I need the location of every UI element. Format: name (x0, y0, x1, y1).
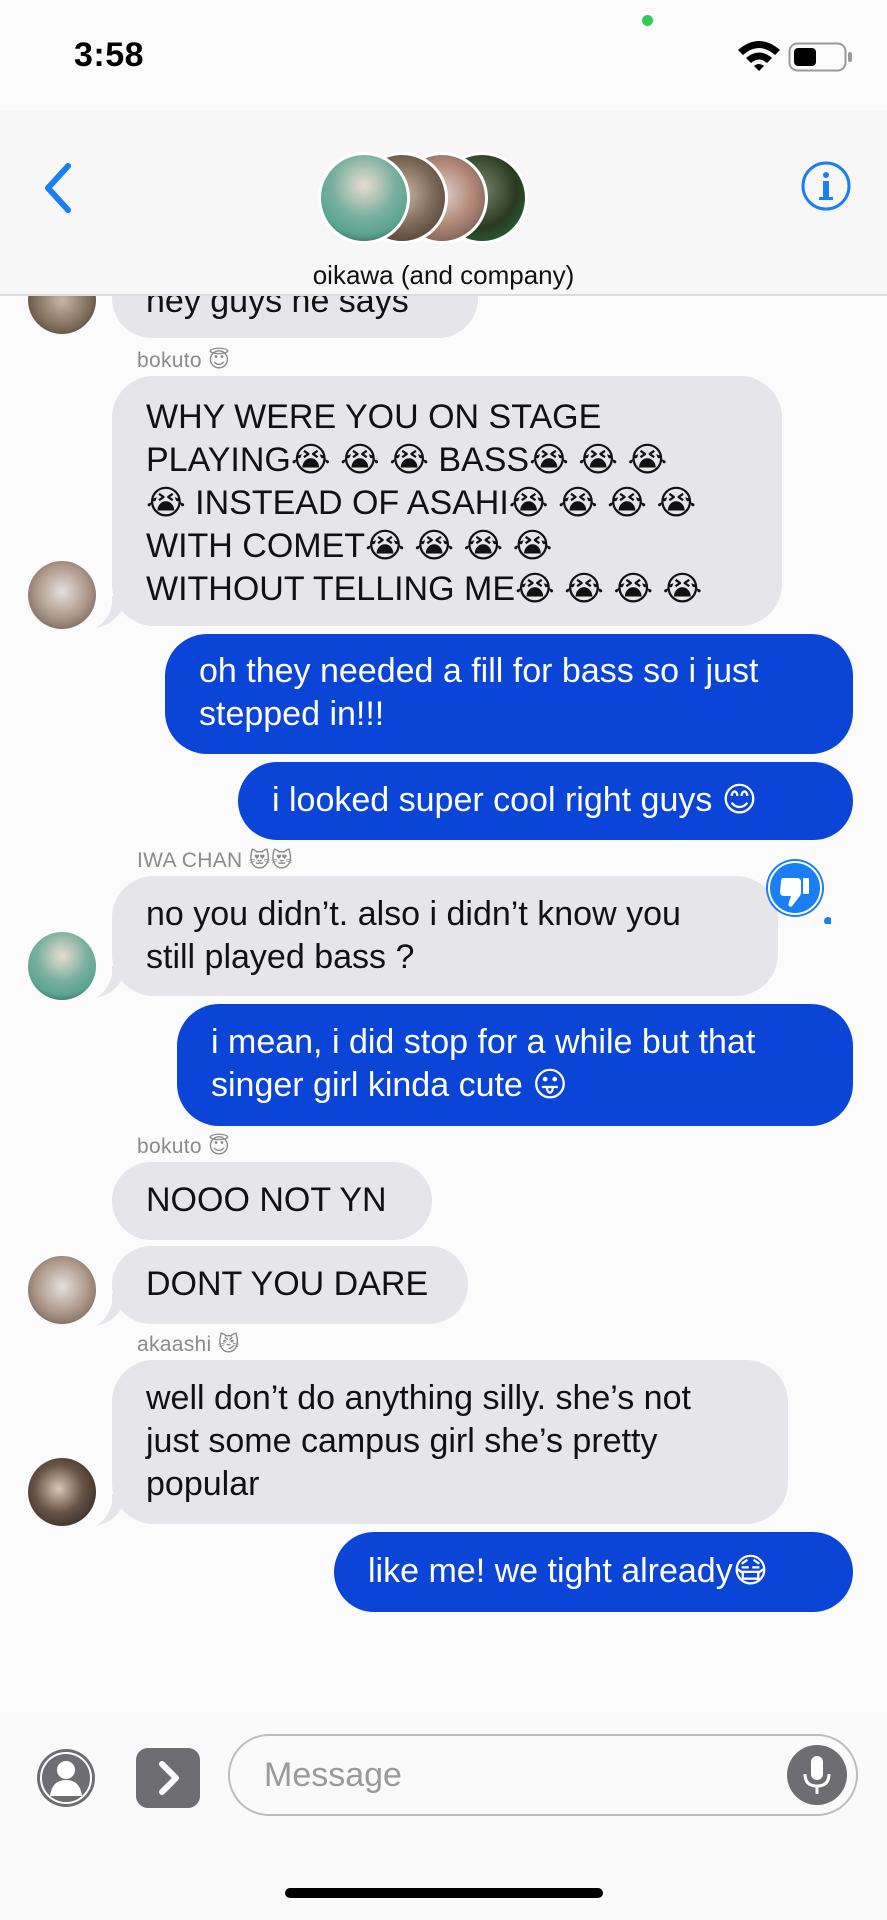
message-line: popular (146, 1465, 260, 1503)
message-line: well don’t do anything silly. she’s not (146, 1379, 691, 1417)
message-line: WHY WERE YOU ON STAGE (146, 398, 602, 436)
wifi-icon (738, 41, 780, 71)
message-placeholder: Message (264, 1756, 402, 1794)
sender-name: bokuto 😇 (137, 1134, 231, 1158)
home-indicator (285, 1888, 603, 1898)
thumbs-down-reaction-icon[interactable] (765, 858, 831, 924)
group-name[interactable]: oikawa (and company) (0, 260, 887, 291)
message-bubble[interactable]: like me! we tight already😷 (334, 1532, 853, 1612)
message-bubble[interactable]: hey guys he says (112, 296, 478, 338)
message-bubble[interactable]: DONT YOU DARE (112, 1246, 468, 1324)
sender-name: akaashi 😼 (137, 1332, 240, 1356)
conversation-header: oikawa (and company) (0, 110, 887, 296)
message-line: PLAYING😭 😭 😭 BASS😭 😭 😭 (146, 441, 668, 479)
info-icon[interactable] (800, 160, 852, 212)
message-input[interactable]: Message (228, 1734, 858, 1816)
message-bubble[interactable]: no you didn’t. also i didn’t know you st… (112, 876, 778, 996)
message-line: still played bass ? (146, 938, 415, 976)
bubble-tail (96, 1294, 126, 1326)
contact-icon[interactable] (36, 1748, 96, 1808)
apps-chevron-icon[interactable] (136, 1748, 200, 1808)
message-line: i looked super cool right guys 😊 (272, 781, 758, 819)
group-avatars[interactable] (318, 152, 538, 252)
message-line: stepped in!!! (199, 695, 385, 733)
message-bubble[interactable]: i looked super cool right guys 😊 (238, 762, 853, 840)
avatar (28, 932, 96, 1000)
message-line: WITHOUT TELLING ME😭 😭 😭 😭 (146, 570, 703, 608)
sender-name: IWA CHAN 😻😻 (137, 848, 293, 872)
bubble-tail (96, 966, 126, 998)
message-bubble[interactable]: WHY WERE YOU ON STAGE PLAYING😭 😭 😭 BASS😭… (112, 376, 782, 626)
avatar (318, 152, 410, 244)
message-bubble[interactable]: oh they needed a fill for bass so i just… (165, 634, 853, 754)
avatar (28, 296, 96, 334)
message-bubble[interactable]: NOOO NOT YN (112, 1162, 432, 1240)
message-thread[interactable]: hey guys he says bokuto 😇 WHY WERE YOU O… (0, 296, 887, 1696)
status-time: 3:58 (74, 36, 145, 74)
bubble-tail (96, 1494, 126, 1526)
message-line: singer girl kinda cute 😛 (211, 1066, 568, 1104)
avatar (28, 561, 96, 629)
battery-icon (788, 42, 852, 72)
sender-name: bokuto 😇 (137, 348, 231, 372)
avatar (28, 1256, 96, 1324)
message-line: no you didn’t. also i didn’t know you (146, 895, 681, 933)
message-line: DONT YOU DARE (146, 1265, 429, 1303)
message-line: like me! we tight already😷 (368, 1552, 769, 1590)
camera-indicator (642, 15, 653, 26)
message-line: 😭 INSTEAD OF ASAHI😭 😭 😭 😭 (146, 484, 697, 522)
microphone-icon[interactable] (786, 1744, 848, 1806)
message-line: i mean, i did stop for a while but that (211, 1023, 756, 1061)
message-bubble[interactable]: well don’t do anything silly. she’s not … (112, 1360, 788, 1524)
status-bar: 3:58 (0, 0, 887, 110)
message-line: just some campus girl she’s pretty (146, 1422, 658, 1460)
message-bubble[interactable]: i mean, i did stop for a while but that … (177, 1004, 853, 1126)
message-line: oh they needed a fill for bass so i just (199, 652, 759, 690)
back-chevron-icon[interactable] (40, 160, 76, 216)
clipped-message: hey guys he says (0, 296, 887, 342)
message-text: hey guys he says (146, 296, 409, 320)
message-line: NOOO NOT YN (146, 1181, 387, 1219)
message-line: WITH COMET😭 😭 😭 😭 (146, 527, 553, 565)
avatar (28, 1458, 96, 1526)
bubble-tail (96, 596, 126, 628)
